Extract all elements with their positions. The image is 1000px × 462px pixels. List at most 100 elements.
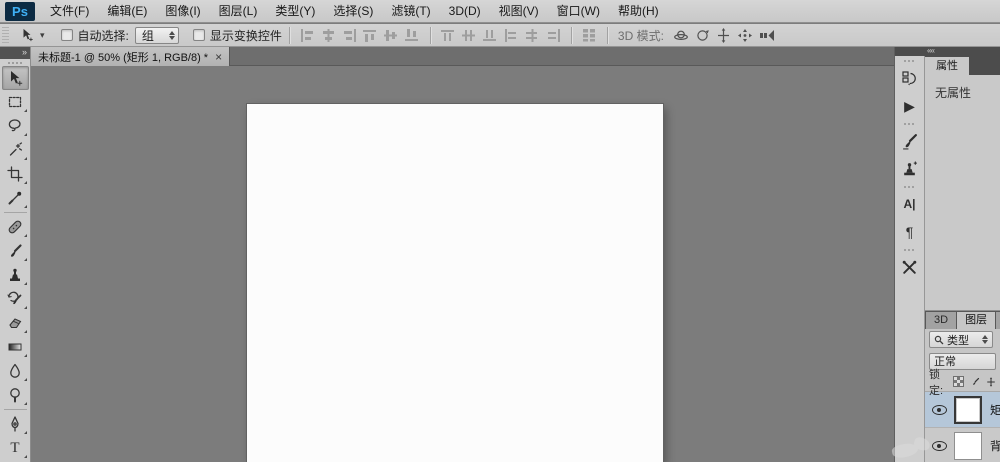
menu-3d[interactable]: 3D(D) — [440, 0, 490, 22]
spot-healing-brush-tool[interactable] — [2, 215, 29, 239]
gradient-tool-icon — [7, 339, 23, 355]
align-horizontal-centers-icon[interactable] — [321, 29, 336, 42]
menu-window[interactable]: 窗口(W) — [548, 0, 609, 22]
layer-filter-value: 类型 — [947, 332, 969, 348]
quick-selection-tool[interactable] — [2, 138, 29, 162]
mode-3d-label: 3D 模式: — [618, 27, 664, 44]
distribute-vertical-centers-icon[interactable] — [462, 29, 477, 42]
visibility-eye-icon[interactable] — [932, 405, 947, 415]
auto-align-layers-icon[interactable] — [582, 28, 597, 42]
move-tool-icon — [7, 70, 23, 86]
layer-filter-row: 类型 — [925, 329, 1000, 350]
visibility-eye-icon[interactable] — [932, 441, 947, 451]
brush-tool[interactable] — [2, 239, 29, 263]
3d-slide-camera-icon[interactable] — [737, 28, 753, 43]
clone-source-panel-button[interactable] — [897, 156, 923, 182]
flyout-indicator — [24, 402, 27, 405]
tools-panel-grip[interactable] — [8, 62, 22, 64]
tool-preset-picker[interactable]: ▾ — [13, 27, 49, 43]
align-right-edges-icon[interactable] — [342, 29, 357, 42]
menu-edit[interactable]: 编辑(E) — [98, 0, 156, 22]
pen-tool[interactable] — [2, 412, 29, 436]
dock-collapse-icon[interactable]: «« — [895, 47, 1000, 56]
menu-select[interactable]: 选择(S) — [324, 0, 382, 22]
tab-3d[interactable]: 3D — [926, 312, 956, 329]
history-panel-button[interactable] — [897, 65, 923, 91]
lock-label: 锁定: — [929, 366, 947, 398]
align-top-edges-icon[interactable] — [363, 29, 378, 42]
lasso-tool[interactable] — [2, 114, 29, 138]
lock-image-pixels-icon[interactable] — [970, 375, 980, 389]
dock-grip[interactable] — [904, 249, 916, 251]
distribute-top-edges-icon[interactable] — [441, 29, 456, 42]
blur-tool[interactable] — [2, 359, 29, 383]
crop-tool[interactable] — [2, 162, 29, 186]
layer-row-background[interactable]: 背景 — [925, 428, 1000, 462]
move-tool[interactable] — [2, 66, 29, 90]
blur-tool-icon — [7, 363, 23, 379]
document-canvas[interactable] — [247, 104, 663, 462]
flyout-indicator — [24, 431, 27, 434]
lock-position-icon[interactable] — [986, 375, 996, 389]
dock-grip[interactable] — [904, 60, 916, 62]
document-tab[interactable]: 未标题-1 @ 50% (矩形 1, RGB/8) * × — [31, 47, 230, 66]
dropdown-stepper-icon — [982, 335, 988, 344]
divider — [571, 27, 572, 44]
distribute-bottom-edges-icon[interactable] — [483, 29, 498, 42]
menu-help[interactable]: 帮助(H) — [609, 0, 668, 22]
character-panel-button[interactable]: A| — [897, 191, 923, 217]
history-brush-tool[interactable] — [2, 287, 29, 311]
menu-file[interactable]: 文件(F) — [41, 0, 98, 22]
3d-zoom-camera-icon[interactable] — [759, 29, 777, 42]
dodge-tool[interactable] — [2, 383, 29, 407]
distribute-left-edges-icon[interactable] — [504, 29, 519, 42]
type-tool[interactable]: T — [2, 436, 29, 460]
tab-layers[interactable]: 图层 — [957, 312, 995, 329]
align-bottom-edges-icon[interactable] — [405, 29, 420, 42]
3d-pan-camera-icon[interactable] — [716, 28, 731, 43]
flyout-indicator — [24, 181, 27, 184]
eraser-tool[interactable] — [2, 311, 29, 335]
brush-panel-button[interactable] — [897, 128, 923, 154]
3d-roll-camera-icon[interactable] — [695, 28, 710, 43]
paragraph-panel-button[interactable]: ¶ — [897, 219, 923, 245]
rectangular-marquee-tool[interactable] — [2, 90, 29, 114]
menu-view[interactable]: 视图(V) — [490, 0, 548, 22]
layer-thumbnail[interactable] — [954, 396, 982, 424]
distribute-right-edges-icon[interactable] — [546, 29, 561, 42]
tab-close-icon[interactable]: × — [215, 51, 222, 63]
auto-select-dropdown[interactable]: 组 — [135, 27, 179, 44]
divider — [289, 27, 290, 44]
flyout-indicator — [24, 205, 27, 208]
3d-rotate-camera-icon[interactable] — [673, 28, 689, 43]
brush-tool-icon — [7, 243, 23, 259]
actions-panel-button[interactable]: ▶ — [897, 93, 923, 119]
menu-image[interactable]: 图像(I) — [156, 0, 209, 22]
show-transform-checkbox[interactable] — [193, 29, 205, 41]
eyedropper-tool[interactable] — [2, 186, 29, 210]
layer-thumbnail[interactable] — [954, 432, 982, 460]
canvas-area[interactable] — [31, 66, 894, 462]
lasso-tool-icon — [7, 118, 23, 134]
dock-grip[interactable] — [904, 186, 916, 188]
lock-transparent-pixels-icon[interactable] — [953, 376, 964, 387]
align-left-edges-icon[interactable] — [300, 29, 315, 42]
tools-panel-collapse-icon[interactable]: » — [0, 47, 30, 59]
menu-bar: Ps 文件(F) 编辑(E) 图像(I) 图层(L) 类型(Y) 选择(S) 滤… — [0, 0, 1000, 23]
distribute-horizontal-centers-icon[interactable] — [525, 29, 540, 42]
right-panel-column: «« ▶ A| ¶ — [894, 47, 1000, 462]
menu-filter[interactable]: 滤镜(T) — [382, 0, 439, 22]
layer-filter-dropdown[interactable]: 类型 — [929, 331, 993, 348]
tab-channels[interactable]: 通道 — [996, 312, 1000, 329]
flyout-indicator — [24, 109, 27, 112]
options-bar-grip[interactable] — [2, 27, 9, 43]
auto-select-checkbox[interactable] — [61, 29, 73, 41]
tab-properties[interactable]: 属性 — [925, 57, 969, 75]
menu-layer[interactable]: 图层(L) — [210, 0, 267, 22]
measurement-panel-button[interactable] — [897, 254, 923, 280]
gradient-tool[interactable] — [2, 335, 29, 359]
dock-grip[interactable] — [904, 123, 916, 125]
align-vertical-centers-icon[interactable] — [384, 29, 399, 42]
clone-stamp-tool[interactable] — [2, 263, 29, 287]
menu-type[interactable]: 类型(Y) — [266, 0, 324, 22]
